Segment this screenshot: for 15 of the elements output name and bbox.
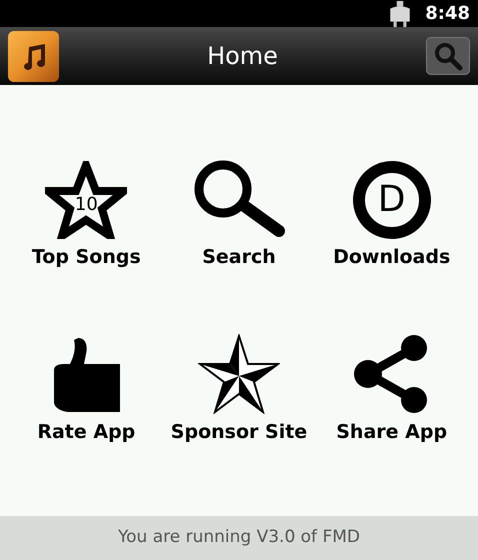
search-button[interactable] — [426, 37, 470, 75]
app-logo-button[interactable] — [8, 30, 59, 82]
menu-tile[interactable]: Share App — [315, 324, 468, 446]
clock-time: 8:48 — [425, 2, 470, 26]
menu-tile[interactable]: Search — [162, 149, 316, 272]
star-icon: 10 — [45, 161, 128, 239]
screen-title: Home — [206, 41, 279, 72]
menu-tile[interactable]: Rate App — [10, 324, 163, 446]
nautical-star-icon — [198, 334, 280, 414]
search-icon — [433, 41, 463, 71]
menu-tile[interactable]: 10 Top Songs — [10, 149, 163, 272]
circled-letter-icon: D — [352, 161, 431, 239]
version-text: You are running V3.0 of FMD — [118, 526, 360, 550]
menu-tile[interactable]: D Downloads — [315, 149, 468, 272]
menu-tile[interactable]: Sponsor Site — [162, 324, 316, 446]
